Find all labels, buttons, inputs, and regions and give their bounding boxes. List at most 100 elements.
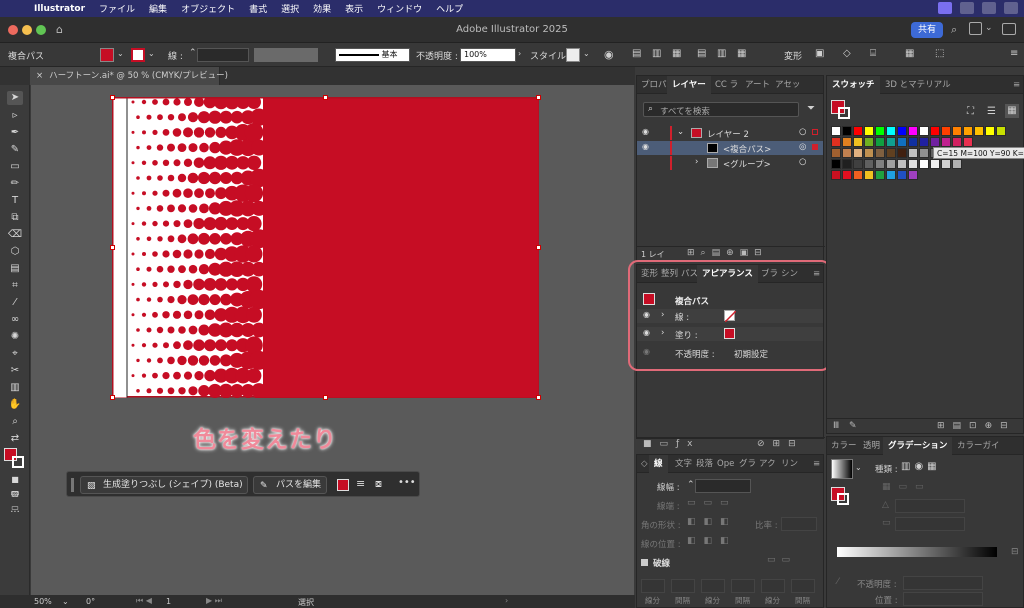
swatch[interactable]	[886, 148, 896, 158]
swatch[interactable]	[864, 159, 874, 169]
eyedropper-tool-icon[interactable]: ⁄	[7, 296, 23, 310]
tab-swatches[interactable]: スウォッチ	[827, 76, 880, 94]
collapse-icon[interactable]: ◇	[641, 455, 648, 473]
isolate-icon[interactable]: ▣	[815, 48, 824, 59]
angle-field[interactable]	[895, 499, 965, 513]
swatch[interactable]	[875, 170, 885, 180]
gap-1-field[interactable]	[671, 579, 695, 593]
list-view-icon[interactable]: ☰	[987, 106, 996, 117]
weight-field[interactable]	[695, 479, 751, 493]
tab-properties[interactable]: プロパ	[641, 76, 667, 94]
handle-l[interactable]	[110, 245, 115, 250]
generative-fill-button[interactable]: ▧ 生成塗りつぶし (シェイプ) (Beta)	[80, 476, 248, 494]
swatch[interactable]	[919, 148, 929, 158]
swatch[interactable]	[875, 148, 885, 158]
stroke-style-field[interactable]: 基本	[335, 48, 410, 62]
tab-stroke[interactable]: 線	[649, 455, 668, 473]
chevron-down-icon[interactable]: ⌄	[583, 49, 590, 58]
pen-tool-icon[interactable]: ✒	[7, 126, 23, 140]
gradient-opacity-field[interactable]	[903, 576, 983, 590]
chevron-down-icon[interactable]: ⌄	[677, 127, 684, 137]
panel-menu-icon[interactable]: ≡	[1010, 48, 1018, 59]
aspect-field[interactable]	[895, 517, 965, 531]
show-kinds-icon[interactable]: ⛶	[967, 106, 974, 117]
search-icon[interactable]: ⌕	[951, 23, 957, 37]
swatch[interactable]	[897, 137, 907, 147]
swatch[interactable]	[941, 159, 951, 169]
layers-search-field[interactable]: ⌕ すべてを検索	[643, 102, 799, 117]
graph-tool-icon[interactable]: ▥	[7, 381, 23, 395]
swatch[interactable]	[853, 148, 863, 158]
swatch[interactable]	[919, 159, 929, 169]
handle-b[interactable]	[323, 395, 328, 400]
halftone-artwork[interactable]	[113, 98, 539, 398]
swatch[interactable]	[985, 126, 995, 136]
hand-tool-icon[interactable]: ✋	[7, 398, 23, 412]
tab-paragraph[interactable]: 段落	[696, 455, 713, 473]
opacity-field[interactable]: 100%	[460, 48, 516, 62]
menu-type[interactable]: 書式	[249, 2, 267, 15]
swatch[interactable]	[897, 159, 907, 169]
zoom-level[interactable]: 50%	[34, 597, 52, 606]
chevron-right-icon[interactable]: ›	[518, 49, 521, 58]
menu-effect[interactable]: 効果	[313, 2, 331, 15]
swatch[interactable]	[875, 159, 885, 169]
status-menu-icon[interactable]: ›	[505, 596, 508, 605]
swatch[interactable]	[831, 159, 841, 169]
shape-icon[interactable]: ◇	[843, 48, 851, 59]
swatch[interactable]	[930, 126, 940, 136]
panel-menu-icon[interactable]: ≡	[1013, 76, 1020, 94]
paintbrush-tool-icon[interactable]: ✏	[7, 177, 23, 191]
swatch[interactable]	[842, 159, 852, 169]
align-top-icon[interactable]: ▤	[697, 48, 706, 59]
tab-opentype[interactable]: Ope	[717, 455, 734, 473]
visibility-eye-icon[interactable]: ◉	[642, 142, 649, 151]
align-middle-icon[interactable]: ▥	[717, 48, 726, 59]
swatch[interactable]	[831, 126, 841, 136]
tab-gradient[interactable]: グラデーション	[883, 437, 953, 455]
appearance-footer-icons-right[interactable]: ⊘⊞⊟	[757, 439, 804, 449]
swatch[interactable]	[963, 126, 973, 136]
transform-icon[interactable]: ⧇	[375, 477, 382, 491]
swatch-type-icon[interactable]: ✎	[849, 421, 857, 431]
swatch[interactable]	[831, 170, 841, 180]
stepper-icon[interactable]: ⌃	[189, 48, 197, 58]
tab-transparency[interactable]: 透明	[863, 437, 880, 455]
swatch[interactable]	[875, 126, 885, 136]
chevron-down-icon[interactable]: ⌄	[855, 463, 862, 472]
tab-actions[interactable]: アク	[759, 455, 776, 473]
swatch[interactable]	[886, 170, 896, 180]
align-right-icon[interactable]: ▦	[672, 48, 681, 59]
stroke-weight-field[interactable]	[197, 48, 249, 62]
swatch[interactable]	[853, 170, 863, 180]
swatches-footer-icons[interactable]: ⊞▤⊡⊕⊟	[937, 421, 1016, 431]
swatch[interactable]	[842, 126, 852, 136]
limit-field[interactable]	[781, 517, 817, 531]
layer-name[interactable]: <グループ>	[723, 158, 771, 170]
panel-menu-icon[interactable]: ≡	[813, 455, 820, 473]
appearance-footer-icons[interactable]: ■▭ƒx	[643, 439, 701, 449]
share-button[interactable]: 共有	[911, 22, 943, 38]
menu-object[interactable]: オブジェクト	[181, 2, 235, 15]
chevron-down-icon[interactable]: ⌄	[985, 23, 993, 33]
swatch[interactable]	[853, 137, 863, 147]
first-artboard-icon[interactable]: ⏮ ◀	[136, 596, 152, 606]
fill-swatch-button[interactable]	[337, 479, 349, 491]
fill-swatch[interactable]	[100, 48, 114, 62]
chevron-right-icon[interactable]: ›	[695, 157, 698, 167]
align-bottom-icon[interactable]: ▦	[737, 48, 746, 59]
gradient-preview[interactable]	[831, 459, 853, 479]
variable-width-field[interactable]	[254, 48, 318, 62]
tab-assets[interactable]: アセッ	[775, 76, 800, 94]
drag-handle[interactable]	[71, 478, 74, 492]
swatch[interactable]	[952, 159, 962, 169]
align-center-icon[interactable]: ▥	[652, 48, 661, 59]
gradient-edit-icons[interactable]: ▦▭▭	[882, 482, 932, 492]
swatch[interactable]	[908, 148, 918, 158]
swatch[interactable]	[875, 137, 885, 147]
corner-buttons[interactable]: ◧◧◧	[687, 517, 737, 527]
eyedropper-icon[interactable]: ⁄	[837, 577, 839, 587]
gradient-tool-icon[interactable]: ▤	[7, 262, 23, 276]
swatch[interactable]	[908, 126, 918, 136]
artboard-number[interactable]: 1	[166, 597, 171, 606]
